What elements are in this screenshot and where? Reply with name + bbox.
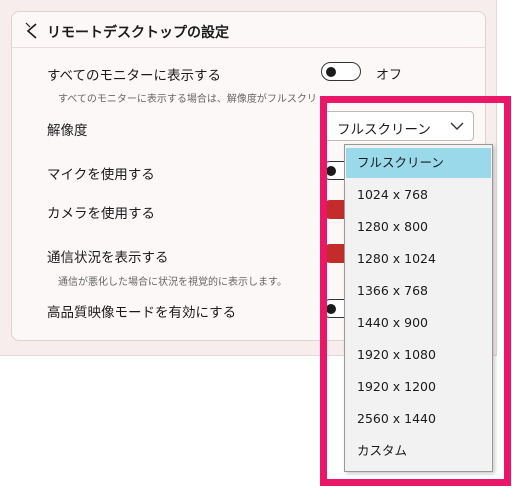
dropdown-option[interactable]: フルスクリーン: [346, 148, 491, 178]
resolution-select[interactable]: フルスクリーン: [324, 111, 474, 141]
all-monitors-description: すべてのモニターに表示する場合は、解像度がフルスクリ: [58, 94, 317, 105]
dropdown-option[interactable]: 1280 x 800: [346, 212, 491, 242]
dropdown-option[interactable]: 2560 x 1440: [346, 404, 491, 434]
toggle-knob: [326, 303, 336, 314]
section-title: リモートデスクトップの設定: [47, 25, 229, 41]
chevron-down-icon: [450, 122, 464, 130]
chevron-left-icon[interactable]: [24, 21, 42, 41]
connection-status-label: 通信状況を表示する: [47, 250, 169, 266]
dropdown-option[interactable]: 1920 x 1200: [346, 372, 491, 402]
resolution-select-value: フルスクリーン: [337, 122, 431, 138]
toggle-knob: [326, 66, 336, 77]
all-monitors-label: すべてのモニターに表示する: [47, 68, 222, 84]
dropdown-option[interactable]: 1280 x 1024: [346, 244, 491, 274]
all-monitors-toggle-text: オフ: [376, 68, 403, 83]
header-divider: [11, 47, 486, 48]
dropdown-option[interactable]: 1024 x 768: [346, 180, 491, 210]
toggle-knob: [326, 165, 336, 176]
dropdown-option[interactable]: 1366 x 768: [346, 276, 491, 306]
all-monitors-toggle[interactable]: [321, 62, 361, 81]
dropdown-option[interactable]: 1920 x 1080: [346, 340, 491, 370]
dropdown-option[interactable]: 1440 x 900: [346, 308, 491, 338]
connection-status-description: 通信が悪化した場合に状況を視覚的に表示します。: [58, 277, 287, 288]
dropdown-option[interactable]: カスタム: [346, 436, 491, 466]
camera-label: カメラを使用する: [47, 206, 155, 222]
resolution-label: 解像度: [47, 123, 88, 139]
microphone-label: マイクを使用する: [47, 167, 155, 183]
resolution-dropdown-list: フルスクリーン 1024 x 768 1280 x 800 1280 x 102…: [344, 144, 493, 472]
high-quality-label: 高品質映像モードを有効にする: [47, 305, 237, 321]
